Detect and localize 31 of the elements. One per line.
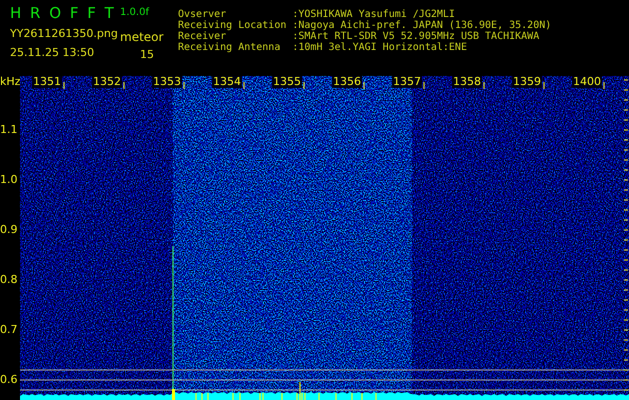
- info-label: Ovserver: [178, 9, 228, 20]
- frequency-label: 0.7: [0, 324, 18, 336]
- info-value: :YOSHIKAWA Yasufumi /JG2MLI: [292, 9, 456, 20]
- time-label: 1400: [572, 76, 602, 88]
- file-name: YY2611261350.png: [10, 26, 119, 42]
- timestamp: 25.11.25 13:50: [10, 46, 96, 61]
- time-label: 1355: [272, 76, 302, 88]
- count-value: 15: [139, 47, 155, 61]
- time-label: 1352: [92, 76, 122, 88]
- info-value: :10mH 3el.YAGI Horizontal:ENE: [292, 42, 468, 53]
- time-label: 1357: [392, 76, 422, 88]
- frequency-label: 0.6: [0, 374, 18, 386]
- time-label: 1358: [452, 76, 482, 88]
- time-label: 1354: [212, 76, 242, 88]
- unit-label: kHz: [0, 76, 20, 88]
- frequency-label: 1.1: [0, 124, 18, 136]
- app-title: H R O F F T: [10, 4, 115, 22]
- version-label: 1.0.0f: [120, 6, 150, 20]
- info-value: :SMArt RTL-SDR V5 52.905MHz USB TACHIKAWA: [292, 31, 540, 42]
- info-label: Receiving Location: [178, 20, 288, 31]
- frequency-label: 1.0: [0, 174, 18, 186]
- time-label: 1353: [152, 76, 182, 88]
- time-label: 1356: [332, 76, 362, 88]
- info-label: Receiver: [178, 31, 228, 42]
- frequency-label: 0.9: [0, 224, 18, 236]
- mode-label: meteor: [120, 29, 164, 44]
- time-label: 1359: [512, 76, 542, 88]
- info-label: Receiving Antenna: [178, 42, 282, 53]
- time-label: 1351: [32, 76, 62, 88]
- info-value: :Nagoya Aichi-pref. JAPAN (136.90E, 35.20N): [292, 20, 552, 31]
- frequency-label: 0.8: [0, 274, 18, 286]
